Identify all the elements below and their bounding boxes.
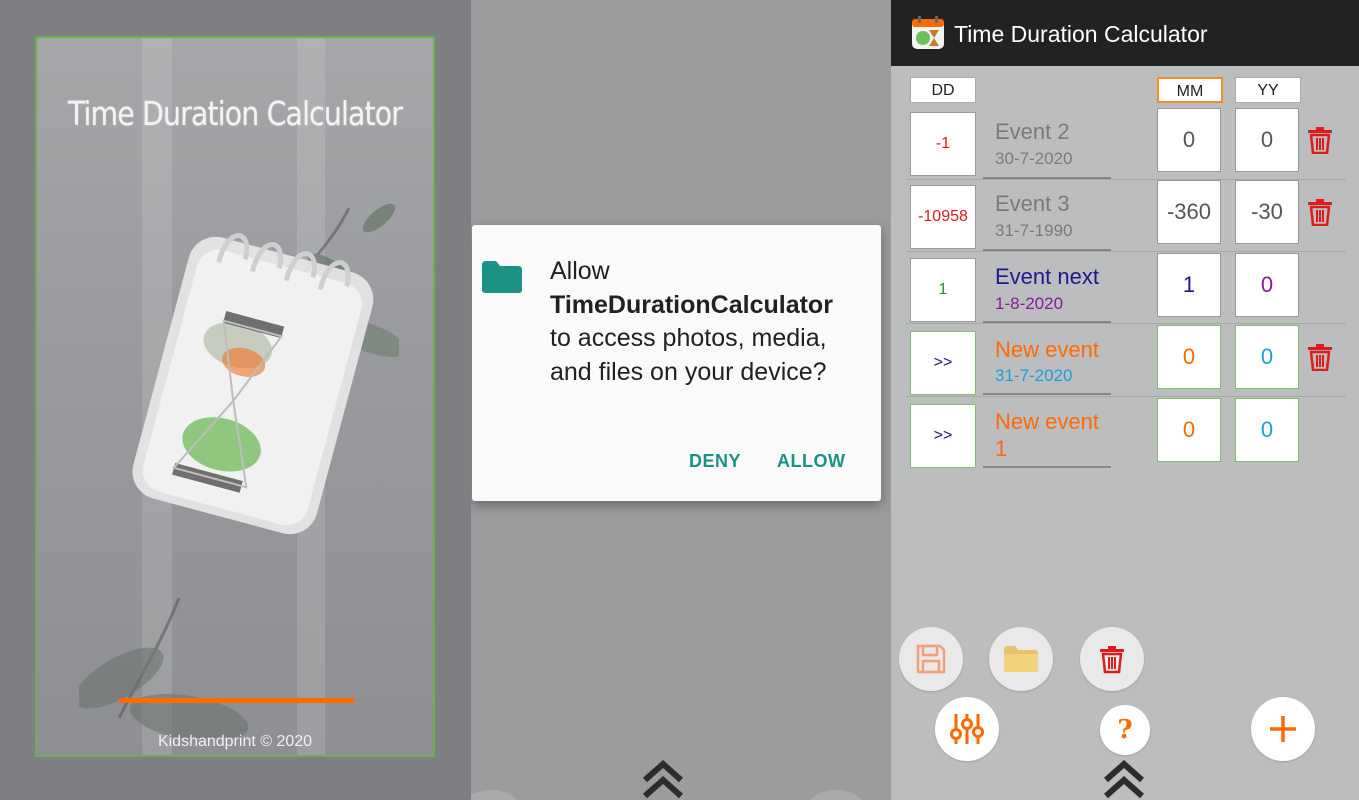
folder-icon bbox=[482, 261, 522, 293]
app-logo-icon bbox=[912, 16, 944, 49]
splash-screen: Time Duration Calculator Kidshandprint ©… bbox=[0, 0, 471, 800]
splash-frame: Time Duration Calculator Kidshandprint ©… bbox=[35, 36, 435, 757]
permission-line2: to access photos, media, and files on yo… bbox=[550, 324, 827, 386]
yy-value-box[interactable]: 0 bbox=[1235, 398, 1299, 462]
dd-value-box[interactable]: -10958 bbox=[910, 185, 976, 249]
permission-dialog: Allow TimeDurationCalculator to access p… bbox=[472, 225, 881, 501]
yy-value-box[interactable]: 0 bbox=[1235, 108, 1299, 172]
copyright-text: Kidshandprint © 2020 bbox=[157, 733, 313, 750]
dd-value-box[interactable]: >> bbox=[910, 331, 976, 395]
sliders-icon bbox=[950, 714, 984, 744]
app-title: Time Duration Calculator bbox=[954, 21, 1208, 47]
permission-screen: Allow TimeDurationCalculator to access p… bbox=[471, 0, 891, 800]
save-button[interactable] bbox=[899, 627, 963, 691]
trash-icon bbox=[1100, 646, 1124, 674]
event-name[interactable]: Event 3 bbox=[995, 190, 1115, 217]
calendar-hourglass-illustration bbox=[79, 203, 399, 738]
event-name[interactable]: Event 2 bbox=[995, 118, 1115, 145]
mm-value-box[interactable]: 0 bbox=[1157, 108, 1221, 172]
add-event-button[interactable] bbox=[1251, 697, 1315, 761]
event-name[interactable]: New event 1 bbox=[995, 408, 1115, 462]
open-button[interactable] bbox=[989, 627, 1053, 691]
event-date[interactable]: 1-8-2020 bbox=[995, 294, 1063, 314]
event-date[interactable]: 31-7-2020 bbox=[995, 366, 1073, 386]
delete-all-button[interactable] bbox=[1080, 627, 1144, 691]
event-underline bbox=[983, 393, 1111, 395]
permission-message: Allow TimeDurationCalculator to access p… bbox=[550, 255, 870, 389]
splash-title: Time Duration Calculator bbox=[67, 94, 403, 133]
row-divider bbox=[906, 323, 1346, 324]
dd-value-box[interactable]: >> bbox=[910, 404, 976, 468]
delete-row-icon[interactable] bbox=[1307, 126, 1333, 154]
dd-value-box[interactable]: -1 bbox=[910, 112, 976, 176]
event-date[interactable]: 31-7-1990 bbox=[995, 221, 1073, 241]
event-date[interactable]: 30-7-2020 bbox=[995, 149, 1073, 169]
yy-value-box[interactable]: -30 bbox=[1235, 180, 1299, 244]
deny-button[interactable]: DENY bbox=[689, 451, 741, 472]
settings-button[interactable] bbox=[935, 697, 999, 761]
bottom-arc bbox=[471, 790, 521, 800]
bottom-arc bbox=[806, 790, 866, 800]
folder-icon bbox=[1004, 646, 1038, 672]
help-button[interactable]: ? bbox=[1100, 705, 1150, 755]
delete-row-icon[interactable] bbox=[1307, 198, 1333, 226]
save-icon bbox=[916, 644, 946, 674]
mm-value-box[interactable]: 0 bbox=[1157, 325, 1221, 389]
event-name[interactable]: Event next bbox=[995, 263, 1115, 290]
mm-value-box[interactable]: 0 bbox=[1157, 398, 1221, 462]
dd-header: DD bbox=[910, 77, 976, 103]
app-bar: Time Duration Calculator bbox=[891, 0, 1359, 66]
row-divider bbox=[906, 251, 1346, 252]
permission-app-name: TimeDurationCalculator bbox=[550, 290, 833, 319]
mm-value-box[interactable]: -360 bbox=[1157, 180, 1221, 244]
yy-value-box[interactable]: 0 bbox=[1235, 253, 1299, 317]
yy-header[interactable]: YY bbox=[1235, 77, 1301, 103]
delete-row-icon[interactable] bbox=[1307, 343, 1333, 371]
event-underline bbox=[983, 466, 1111, 468]
double-chevron-up-icon[interactable] bbox=[641, 758, 685, 800]
double-chevron-up-icon[interactable] bbox=[1102, 758, 1146, 800]
permission-line1: Allow bbox=[550, 257, 610, 285]
loading-progress-bar bbox=[119, 698, 355, 703]
event-name[interactable]: New event bbox=[995, 336, 1115, 363]
allow-button[interactable]: ALLOW bbox=[777, 451, 845, 472]
help-icon: ? bbox=[1117, 715, 1133, 745]
dd-value-box[interactable]: 1 bbox=[910, 258, 976, 322]
row-divider bbox=[906, 396, 1346, 397]
add-icon bbox=[1270, 716, 1296, 742]
yy-value-box[interactable]: 0 bbox=[1235, 325, 1299, 389]
mm-header[interactable]: MM bbox=[1157, 77, 1223, 103]
calculator-screen: Time Duration Calculator DD MM YY -1 Eve… bbox=[891, 0, 1359, 800]
mm-value-box[interactable]: 1 bbox=[1157, 253, 1221, 317]
